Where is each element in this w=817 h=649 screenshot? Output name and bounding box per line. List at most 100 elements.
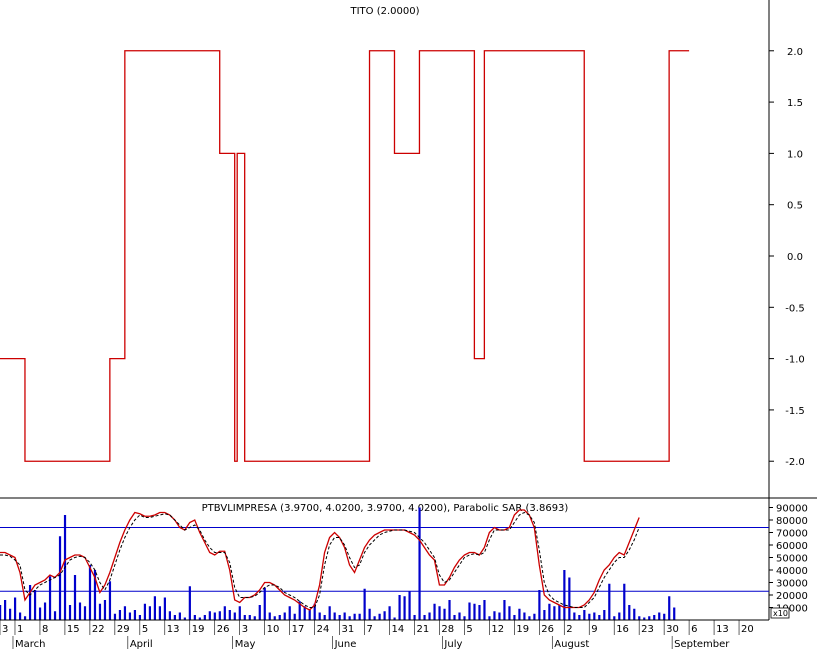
volume-bar bbox=[603, 610, 606, 620]
upper-y-tick-label: 2.0 bbox=[787, 47, 803, 58]
volume-bar bbox=[158, 606, 161, 620]
volume-bar bbox=[403, 596, 406, 620]
volume-bar bbox=[78, 602, 82, 620]
volume-bar bbox=[318, 612, 321, 620]
x-month-tick-label: August bbox=[554, 639, 589, 649]
volume-bar bbox=[673, 607, 676, 620]
volume-bar bbox=[103, 600, 107, 620]
volume-bar bbox=[478, 605, 481, 620]
volume-bar bbox=[223, 606, 226, 620]
volume-bar bbox=[373, 616, 376, 620]
volume-bar bbox=[48, 576, 52, 620]
volume-bar bbox=[148, 606, 152, 620]
volume-bar bbox=[513, 615, 516, 620]
volume-bar bbox=[483, 600, 486, 620]
x-day-tick-label: 7 bbox=[367, 624, 373, 635]
volume-bar bbox=[128, 612, 132, 620]
volume-bar bbox=[113, 613, 117, 620]
lower-y-tick-label: 60000 bbox=[776, 541, 808, 552]
upper-y-tick-label: 0.0 bbox=[787, 252, 803, 263]
upper-y-tick-label: 0.5 bbox=[787, 201, 803, 212]
volume-bar bbox=[53, 611, 57, 620]
lower-y-tick-label: 30000 bbox=[776, 579, 808, 590]
volume-bar bbox=[98, 603, 102, 620]
volume-bar bbox=[228, 610, 231, 620]
volume-bar bbox=[8, 608, 12, 620]
volume-bar bbox=[518, 608, 521, 620]
x-day-tick-label: 3 bbox=[2, 624, 8, 635]
volume-bar bbox=[273, 616, 276, 620]
volume-bar bbox=[583, 610, 586, 620]
volume-bar bbox=[613, 616, 616, 620]
volume-bar bbox=[493, 611, 496, 620]
volume-bar bbox=[258, 605, 261, 620]
volume-bar bbox=[548, 603, 551, 620]
volume-bar bbox=[383, 611, 386, 620]
volume-bar bbox=[408, 591, 411, 620]
volume-bar bbox=[573, 612, 576, 620]
x-day-tick-label: 5 bbox=[142, 624, 148, 635]
volume-bar bbox=[278, 615, 281, 620]
volume-bar bbox=[213, 612, 216, 620]
upper-y-tick-label: 1.0 bbox=[787, 149, 803, 160]
x-day-tick-label: 29 bbox=[117, 624, 130, 635]
x-month-tick-label: May bbox=[235, 639, 256, 649]
volume-bar bbox=[68, 605, 72, 620]
x-day-tick-label: 17 bbox=[292, 624, 305, 635]
volume-bar bbox=[133, 610, 137, 620]
volume-bar bbox=[208, 611, 211, 620]
volume-bar bbox=[268, 612, 271, 620]
volume-bar bbox=[0, 605, 2, 620]
volume-bar bbox=[3, 600, 7, 620]
x-day-tick-label: 19 bbox=[516, 624, 529, 635]
volume-bar bbox=[288, 606, 291, 620]
volume-bar bbox=[193, 615, 196, 620]
volume-bar bbox=[618, 612, 621, 620]
volume-bar bbox=[663, 613, 666, 620]
x-day-tick-label: 19 bbox=[192, 624, 205, 635]
volume-bar bbox=[353, 613, 356, 620]
volume-bar bbox=[608, 583, 611, 620]
x-month-tick-label: April bbox=[130, 639, 153, 649]
volume-bar bbox=[388, 606, 391, 620]
volume-bar bbox=[503, 600, 506, 620]
x-month-tick-label: June bbox=[334, 639, 357, 649]
volume-bar bbox=[238, 606, 241, 620]
volume-bar bbox=[538, 590, 541, 620]
volume-bar bbox=[468, 602, 471, 620]
volume-bar bbox=[668, 596, 671, 620]
volume-bar bbox=[118, 610, 122, 620]
x-day-tick-label: 26 bbox=[541, 624, 554, 635]
volume-bar bbox=[473, 603, 476, 620]
volume-bar bbox=[418, 507, 421, 620]
volume-bar bbox=[598, 615, 601, 620]
volume-bar bbox=[448, 600, 451, 620]
volume-bar bbox=[358, 613, 361, 620]
volume-bar bbox=[138, 615, 142, 620]
x-day-tick-label: 9 bbox=[591, 624, 597, 635]
x-day-tick-label: 14 bbox=[391, 624, 404, 635]
volume-bar bbox=[83, 606, 87, 620]
volume-bar bbox=[168, 611, 171, 620]
multiplier-label: x10 bbox=[773, 609, 788, 618]
lower-y-tick-label: 80000 bbox=[776, 516, 808, 527]
volume-bar bbox=[88, 565, 92, 620]
volume-bar bbox=[323, 615, 326, 620]
volume-bar bbox=[188, 586, 191, 620]
volume-bar bbox=[553, 606, 556, 620]
x-day-tick-label: 28 bbox=[441, 624, 454, 635]
volume-bar bbox=[623, 583, 626, 620]
x-day-tick-label: 13 bbox=[716, 624, 729, 635]
volume-bar bbox=[653, 615, 656, 620]
upper-y-tick-label: 1.5 bbox=[787, 98, 803, 109]
x-day-tick-label: 2 bbox=[566, 624, 572, 635]
volume-bar bbox=[178, 612, 181, 620]
volume-bar bbox=[438, 606, 441, 620]
volume-bar bbox=[413, 615, 416, 620]
volume-bar bbox=[243, 615, 246, 620]
upper-y-tick-label: -0.5 bbox=[785, 303, 805, 314]
chart-background bbox=[0, 0, 817, 649]
chart-figure: TITO (2.0000) 2.0 1.5 1.0 0.5 0.0 -0.5 -1.0 -1.… bbox=[0, 0, 817, 649]
volume-bar bbox=[123, 606, 127, 620]
volume-bar bbox=[423, 615, 426, 620]
